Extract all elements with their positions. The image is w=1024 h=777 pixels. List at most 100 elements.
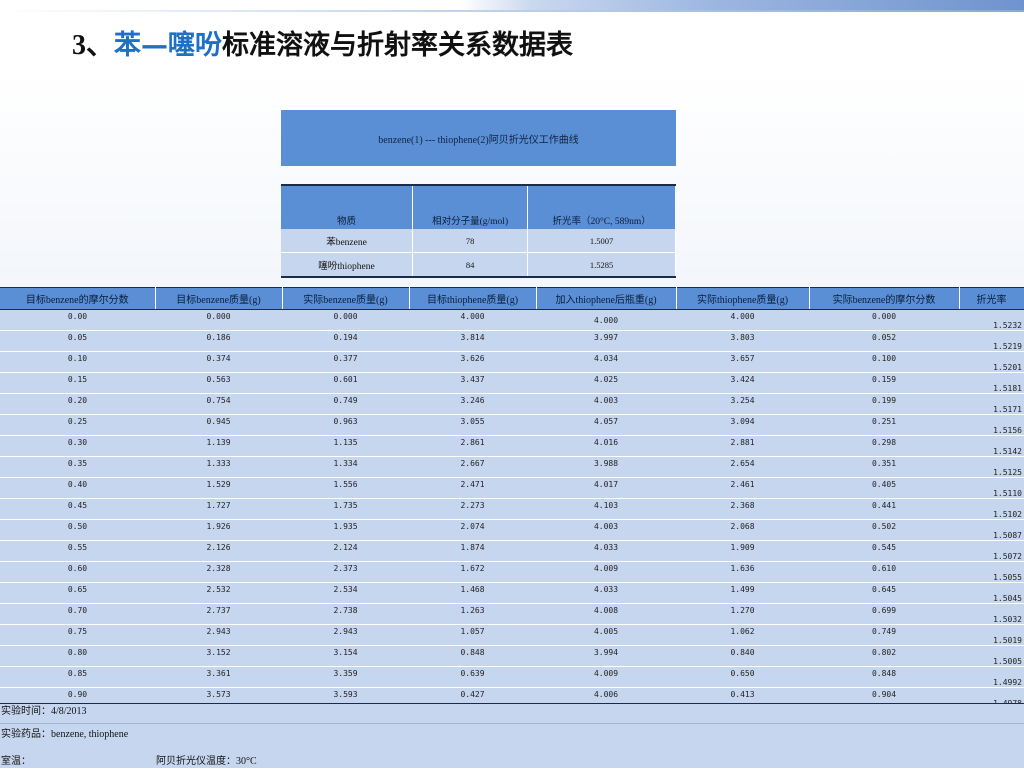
- table-row: 苯benzene 78 1.5007: [281, 229, 676, 253]
- table-cell: 0.848: [409, 645, 536, 667]
- table-cell: 4.003: [536, 393, 676, 415]
- table-cell: 4.000: [409, 309, 536, 331]
- table-cell: 4.017: [536, 477, 676, 499]
- table-cell: 1.5032: [959, 603, 1024, 625]
- table-cell: 1.499: [676, 582, 809, 604]
- table-row: 0.85 3.361 3.359 0.639 4.009 0.650 0.848 1.4992: [0, 666, 1024, 688]
- table-cell: 0.35: [0, 456, 155, 478]
- table-cell: 2.667: [409, 456, 536, 478]
- table-cell: 84: [412, 252, 529, 278]
- table-cell: 1.139: [155, 435, 282, 457]
- table-cell: 0.199: [809, 393, 959, 415]
- title-dash: —: [141, 30, 169, 61]
- data-table-body: 0.00 0.000 0.000 4.000 4.000 4.000 0.000 1.5232…: [0, 309, 1024, 751]
- table-cell: 4.009: [536, 561, 676, 583]
- table-cell: 0.05: [0, 330, 155, 352]
- table-cell: 0.405: [809, 477, 959, 499]
- table-cell: 2.861: [409, 435, 536, 457]
- table-cell: 1.735: [282, 498, 409, 520]
- table-cell: 0.60: [0, 561, 155, 583]
- table-cell: 3.094: [676, 414, 809, 436]
- table-cell: 3.055: [409, 414, 536, 436]
- table-cell: 78: [412, 229, 529, 253]
- table-cell: 0.10: [0, 351, 155, 373]
- table-row: 0.80 3.152 3.154 0.848 3.994 0.840 0.802 1.5005: [0, 645, 1024, 667]
- table-row: 0.15 0.563 0.601 3.437 4.025 3.424 0.159 1.5181: [0, 372, 1024, 394]
- table-row: 0.50 1.926 1.935 2.074 4.003 2.068 0.502 1.5087: [0, 519, 1024, 541]
- table-cell: 0.441: [809, 498, 959, 520]
- table-cell: 1.057: [409, 624, 536, 646]
- table-cell: 2.068: [676, 519, 809, 541]
- table-cell: 0.251: [809, 414, 959, 436]
- title-thiophene: 噻吩: [168, 30, 223, 61]
- table-cell: 1.926: [155, 519, 282, 541]
- table-cell: 0.502: [809, 519, 959, 541]
- table-cell: 4.000: [536, 309, 676, 331]
- table-cell: 3.803: [676, 330, 809, 352]
- table-row: 0.20 0.754 0.749 3.246 4.003 3.254 0.199 1.5171: [0, 393, 1024, 415]
- table-cell: 1.263: [409, 603, 536, 625]
- table-cell: 苯benzene: [281, 229, 413, 253]
- table-cell: 0.000: [282, 309, 409, 331]
- table-row: 噻吩thiophene 84 1.5285: [281, 252, 676, 278]
- table-cell: 1.529: [155, 477, 282, 499]
- date-label-text: 实验时间：: [1, 706, 51, 717]
- table-cell: 0.840: [676, 645, 809, 667]
- table-cell: 噻吩thiophene: [281, 252, 413, 278]
- table-cell: 3.246: [409, 393, 536, 415]
- table-cell: 2.328: [155, 561, 282, 583]
- table-cell: 2.368: [676, 498, 809, 520]
- col-actual-benzene-mass: 实际benzene质量(g): [282, 287, 410, 310]
- table-cell: 2.532: [155, 582, 282, 604]
- table-cell: 0.00: [0, 309, 155, 331]
- table-cell: 1.5102: [959, 498, 1024, 520]
- table-cell: 3.988: [536, 456, 676, 478]
- col-molar-mass: 相对分子量(g/mol): [412, 184, 529, 229]
- table-cell: 3.424: [676, 372, 809, 394]
- table-cell: 3.626: [409, 351, 536, 373]
- table-cell: 0.100: [809, 351, 959, 373]
- table-cell: 2.373: [282, 561, 409, 583]
- table-cell: 0.545: [809, 540, 959, 562]
- table-cell: 3.657: [676, 351, 809, 373]
- curve-banner-text: benzene(1) --- thiophene(2)阿贝折光仪工作曲线: [378, 134, 579, 146]
- table-cell: 1.5181: [959, 372, 1024, 394]
- table-cell: 3.254: [676, 393, 809, 415]
- title-number: 3、: [72, 30, 115, 61]
- table-cell: 0.30: [0, 435, 155, 457]
- top-decor-bar: [0, 0, 1024, 12]
- temperature-line: 室温： 阿贝折光仪温度：30°C: [0, 747, 1024, 768]
- table-cell: 0.65: [0, 582, 155, 604]
- table-cell: 4.025: [536, 372, 676, 394]
- table-cell: 0.650: [676, 666, 809, 688]
- table-cell: 4.008: [536, 603, 676, 625]
- table-cell: 1.5019: [959, 624, 1024, 646]
- date-line: 实验时间：4/8/2013: [0, 703, 1024, 723]
- table-cell: 2.126: [155, 540, 282, 562]
- table-cell: 1.5219: [959, 330, 1024, 352]
- table-cell: 1.5005: [959, 645, 1024, 667]
- table-cell: 1.5285: [527, 252, 676, 278]
- abbe-temp-label: 阿贝折光仪温度：30°C: [156, 747, 257, 777]
- table-cell: 1.135: [282, 435, 409, 457]
- table-cell: 0.563: [155, 372, 282, 394]
- table-cell: 0.25: [0, 414, 155, 436]
- table-cell: 0.052: [809, 330, 959, 352]
- table-cell: 0.20: [0, 393, 155, 415]
- table-cell: 2.738: [282, 603, 409, 625]
- table-cell: 1.5156: [959, 414, 1024, 436]
- table-cell: 1.556: [282, 477, 409, 499]
- table-cell: 0.55: [0, 540, 155, 562]
- table-cell: 3.997: [536, 330, 676, 352]
- table-row: 0.10 0.374 0.377 3.626 4.034 3.657 0.100 1.5201: [0, 351, 1024, 373]
- table-cell: 1.909: [676, 540, 809, 562]
- table-cell: 3.994: [536, 645, 676, 667]
- table-cell: 0.945: [155, 414, 282, 436]
- table-row: 0.55 2.126 2.124 1.874 4.033 1.909 0.545 1.5072: [0, 540, 1024, 562]
- table-cell: 1.5087: [959, 519, 1024, 541]
- table-cell: 0.15: [0, 372, 155, 394]
- table-cell: 4.016: [536, 435, 676, 457]
- table-row: 0.30 1.139 1.135 2.861 4.016 2.881 0.298 1.5142: [0, 435, 1024, 457]
- substance-table-header: 物质 相对分子量(g/mol) 折光率（20°C, 589nm）: [281, 184, 676, 229]
- curve-banner: benzene(1) --- thiophene(2)阿贝折光仪工作曲线: [281, 110, 676, 166]
